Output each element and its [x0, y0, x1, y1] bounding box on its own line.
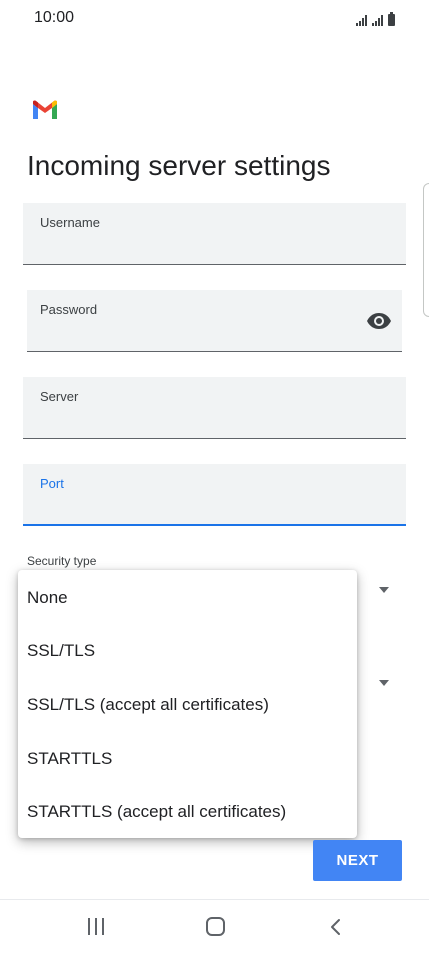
status-icons: [356, 10, 395, 26]
signal-icon: [356, 14, 367, 26]
menu-item-ssl-tls[interactable]: SSL/TLS: [18, 631, 357, 671]
home-icon[interactable]: [206, 917, 225, 936]
signal-icon: [372, 14, 383, 26]
recents-icon[interactable]: [86, 918, 106, 936]
chevron-down-icon[interactable]: [379, 680, 389, 686]
chevron-down-icon[interactable]: [379, 587, 389, 593]
username-field[interactable]: Username: [23, 203, 406, 265]
security-type-label: Security type: [27, 554, 97, 568]
navigation-bar: [0, 899, 429, 954]
gmail-logo: [33, 100, 57, 119]
page-title: Incoming server settings: [27, 150, 331, 181]
battery-icon: [388, 12, 395, 26]
back-icon[interactable]: [328, 917, 344, 937]
password-label: Password: [40, 302, 98, 317]
security-type-menu: None SSL/TLS SSL/TLS (accept all certifi…: [18, 570, 357, 838]
menu-item-starttls[interactable]: STARTTLS: [18, 739, 357, 779]
password-field[interactable]: Password: [27, 290, 402, 352]
menu-item-starttls-accept-all[interactable]: STARTTLS (accept all certificates): [18, 792, 357, 832]
status-time: 10:00: [34, 9, 75, 26]
menu-item-ssl-tls-accept-all[interactable]: SSL/TLS (accept all certificates): [18, 685, 357, 725]
username-label: Username: [40, 215, 100, 230]
scroll-indicator: [423, 183, 429, 317]
port-field[interactable]: Port: [23, 464, 406, 526]
status-bar: 10:00: [0, 0, 429, 40]
eye-icon[interactable]: [366, 312, 392, 330]
next-button[interactable]: NEXT: [313, 840, 402, 881]
server-field[interactable]: Server: [23, 377, 406, 439]
port-label: Port: [40, 476, 64, 491]
menu-item-none[interactable]: None: [18, 578, 357, 618]
server-label: Server: [40, 389, 79, 404]
